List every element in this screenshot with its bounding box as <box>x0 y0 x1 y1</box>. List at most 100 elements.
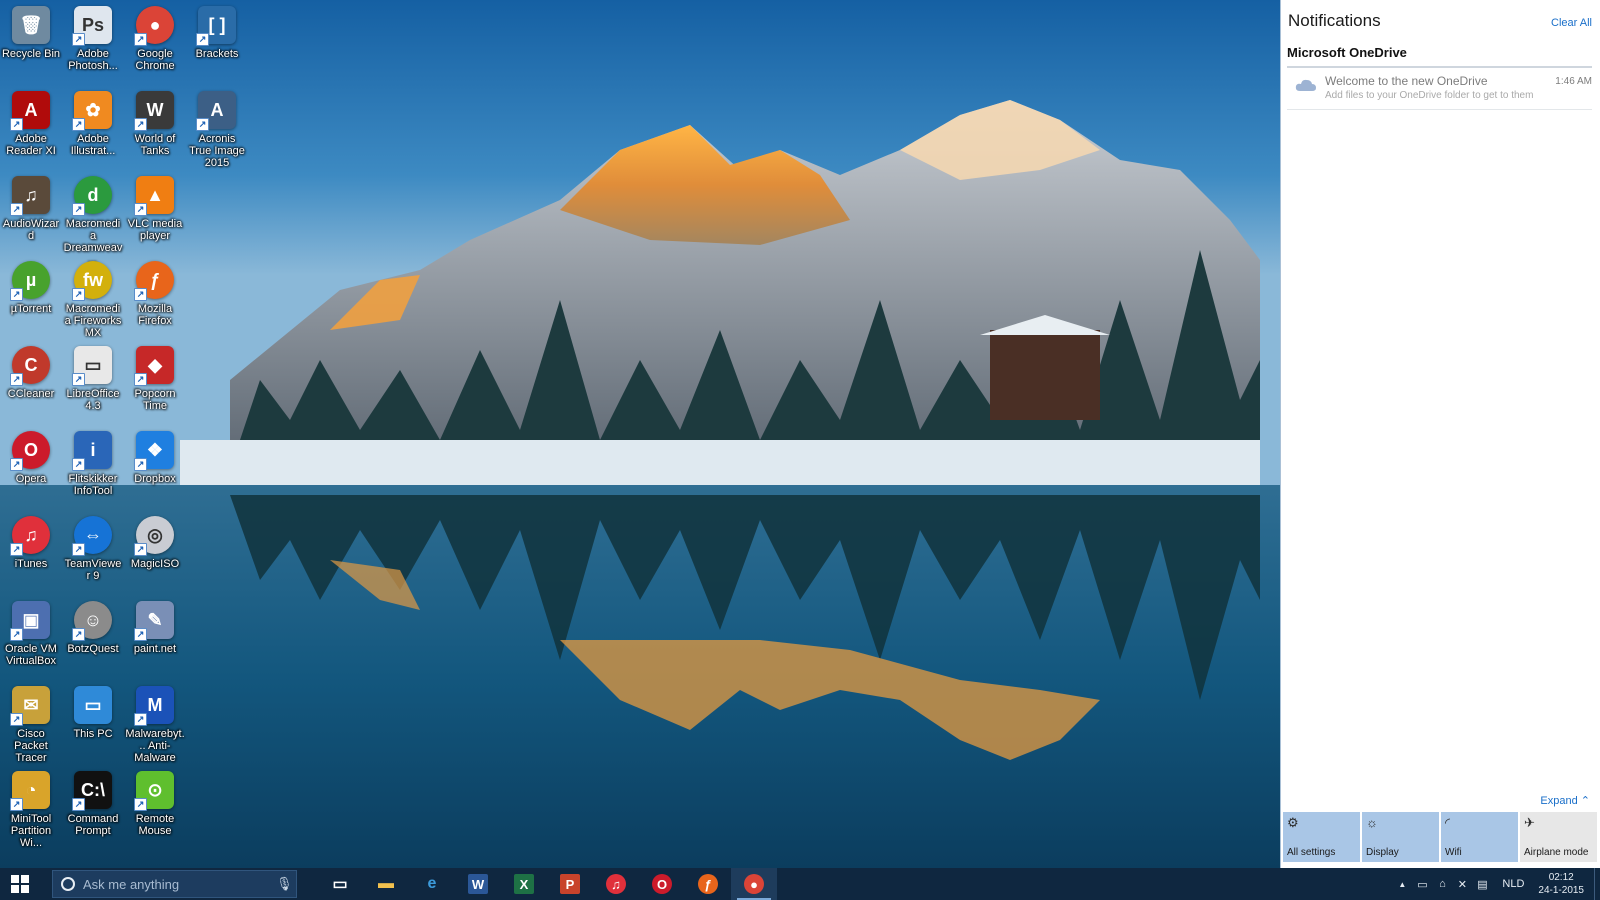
acronis-true-image-2015-icon: A ↗ <box>196 91 236 131</box>
taskbar-excel-button[interactable]: X <box>501 868 547 900</box>
desktop-icon-command-prompt[interactable]: C:\ ↗ Command Prompt <box>62 765 124 849</box>
desktop-icon-label: Acronis True Image 2015 <box>189 133 245 169</box>
desktop-icon-botzquest[interactable]: ☺ ↗ BotzQuest <box>62 595 124 679</box>
expand-label: Expand <box>1540 795 1578 807</box>
desktop-icon-popcorn-time[interactable]: ◆ ↗ Popcorn Time <box>124 340 186 424</box>
desktop-icon-mozilla-firefox[interactable]: ƒ ↗ Mozilla Firefox <box>124 255 186 339</box>
shortcut-arrow-icon: ↗ <box>72 118 85 131</box>
desktop-icon-remote-mouse[interactable]: ⊙ ↗ Remote Mouse <box>124 765 186 849</box>
desktop-icon-label: Remote Mouse <box>135 813 175 837</box>
network-icon[interactable]: ⌂ <box>1432 878 1452 890</box>
taskbar-file-explorer-button[interactable]: ▬ <box>363 868 409 900</box>
desktop-icon-paint-net[interactable]: ✎ ↗ paint.net <box>124 595 186 679</box>
desktop-icon-label: Opera <box>15 473 47 485</box>
desktop-icon-teamviewer-9[interactable]: ⇔ ↗ TeamViewer 9 <box>62 510 124 594</box>
desktop-icon-itunes[interactable]: ♫ ↗ iTunes <box>0 510 62 594</box>
taskbar-chrome-button[interactable]: ● <box>731 868 777 900</box>
desktop-icon-acronis-true-image-2015[interactable]: A ↗ Acronis True Image 2015 <box>186 85 248 169</box>
brackets-icon: [ ] ↗ <box>196 6 236 46</box>
desktop-icon-torrent[interactable]: µ ↗ µTorrent <box>0 255 62 339</box>
desktop-icon-cisco-packet-tracer[interactable]: ✉ ↗ Cisco Packet Tracer <box>0 680 62 764</box>
airplane-mode-icon: ✈ <box>1524 815 1535 830</box>
desktop-icon-recycle-bin[interactable]: 🗑 Recycle Bin <box>0 0 62 84</box>
search-placeholder: Ask me anything <box>83 876 180 892</box>
desktop-icon-flitskikker-infotool[interactable]: i ↗ Flitskikker InfoTool <box>62 425 124 509</box>
desktop-icon-macromedia-fireworks-mx[interactable]: fw ↗ Macromedia Fireworks MX <box>62 255 124 339</box>
desktop-icon-malwarebyt-anti-malware[interactable]: M ↗ Malwarebyt... Anti-Malware <box>124 680 186 764</box>
desktop-icon-opera[interactable]: O ↗ Opera <box>0 425 62 509</box>
action-center-icon[interactable]: ▤ <box>1472 878 1492 891</box>
shortcut-arrow-icon: ↗ <box>134 798 147 811</box>
volume-muted-icon[interactable]: ✕ <box>1452 878 1472 891</box>
desktop-icon-brackets[interactable]: [ ] ↗ Brackets <box>186 0 248 84</box>
tile-wifi[interactable]: ◜ Wifi <box>1441 812 1518 862</box>
notification-title: Welcome to the new OneDrive <box>1325 74 1488 88</box>
desktop-icon-label: MagicISO <box>130 558 180 570</box>
desktop-icon-audiowizard[interactable]: ♫ ↗ AudioWizard <box>0 170 62 254</box>
clock[interactable]: 02:12 24-1-2015 <box>1534 871 1594 897</box>
desktop-icon-label: iTunes <box>14 558 48 570</box>
desktop-icon-label: Adobe Photosh... <box>68 48 118 72</box>
shortcut-arrow-icon: ↗ <box>134 33 147 46</box>
shortcut-arrow-icon: ↗ <box>72 203 85 216</box>
recycle-bin-icon: 🗑 <box>12 6 50 44</box>
shortcut-arrow-icon: ↗ <box>10 798 23 811</box>
itunes-icon: ♫ <box>606 874 626 894</box>
desktop-icon-macromedia-dreamweav[interactable]: d ↗ Macromedia Dreamweav... <box>62 170 124 266</box>
tile-all-settings[interactable]: ⚙ All settings <box>1283 812 1360 862</box>
magiciso-icon: ◎ ↗ <box>134 516 174 556</box>
show-desktop-button[interactable] <box>1594 868 1600 900</box>
tile-airplane-mode[interactable]: ✈ Airplane mode <box>1520 812 1597 862</box>
taskbar-word-button[interactable]: W <box>455 868 501 900</box>
cortana-search-box[interactable]: Ask me anything 🎙 <box>52 870 297 898</box>
taskbar-opera-button[interactable]: O <box>639 868 685 900</box>
tile-display[interactable]: ☼ Display <box>1362 812 1439 862</box>
this-pc-icon: ▭ <box>74 686 112 724</box>
desktop-icon-label: Macromedia Fireworks MX <box>64 303 122 339</box>
desktop-icon-this-pc[interactable]: ▭ This PC <box>62 680 124 764</box>
notifications-title: Notifications <box>1288 11 1381 30</box>
ccleaner-icon: C ↗ <box>10 346 50 386</box>
expand-quick-actions-link[interactable]: Expand ⌃ <box>1540 794 1590 807</box>
desktop-icon-adobe-photosh[interactable]: Ps ↗ Adobe Photosh... <box>62 0 124 84</box>
opera-icon: O ↗ <box>10 431 50 471</box>
desktop-icon-oracle-vm-virtualbox[interactable]: ▣ ↗ Oracle VM VirtualBox <box>0 595 62 679</box>
notification-body: Add files to your OneDrive folder to get… <box>1325 90 1534 101</box>
shortcut-arrow-icon: ↗ <box>72 288 85 301</box>
desktop-icon-minitool-partition-wi[interactable]: ◔ ↗ MiniTool Partition Wi... <box>0 765 62 849</box>
desktop-icon-adobe-reader-xi[interactable]: A ↗ Adobe Reader XI <box>0 85 62 169</box>
taskbar-task-view-button[interactable]: ▭ <box>317 868 363 900</box>
taskbar-internet-explorer-button[interactable]: e <box>409 868 455 900</box>
libreoffice-4-3-icon: ▭ ↗ <box>72 346 112 386</box>
language-indicator[interactable]: NLD <box>1492 878 1534 890</box>
desktop-icon-world-of-tanks[interactable]: W ↗ World of Tanks <box>124 85 186 169</box>
desktop-icon-dropbox[interactable]: ❖ ↗ Dropbox <box>124 425 186 509</box>
shortcut-arrow-icon: ↗ <box>10 628 23 641</box>
shortcut-arrow-icon: ↗ <box>10 458 23 471</box>
internet-explorer-icon: e <box>427 875 437 892</box>
desktop-icon-label: TeamViewer 9 <box>64 558 122 582</box>
desktop-icon-ccleaner[interactable]: C ↗ CCleaner <box>0 340 62 424</box>
shortcut-arrow-icon: ↗ <box>72 33 85 46</box>
show-hidden-icons-arrow[interactable]: ▲ <box>1392 880 1412 889</box>
desktop-icon-libreoffice-4-3[interactable]: ▭ ↗ LibreOffice 4.3 <box>62 340 124 424</box>
taskbar-itunes-button[interactable]: ♫ <box>593 868 639 900</box>
desktop-icon-area: 🗑 Recycle Bin Ps ↗ Adobe Photosh... ● ↗ Google … <box>0 0 260 868</box>
tile-label: Display <box>1366 847 1399 858</box>
clock-date: 24-1-2015 <box>1538 885 1584 896</box>
desktop-icon-adobe-illustrat[interactable]: ✿ ↗ Adobe Illustrat... <box>62 85 124 169</box>
desktop-icon-vlc-media-player[interactable]: ▲ ↗ VLC media player <box>124 170 186 254</box>
battery-icon[interactable]: ▭ <box>1412 878 1432 891</box>
start-button[interactable] <box>0 868 40 900</box>
desktop-icon-label: Cisco Packet Tracer <box>14 728 48 764</box>
microphone-icon[interactable]: 🎙 <box>276 876 296 892</box>
taskbar-firefox-button[interactable]: ƒ <box>685 868 731 900</box>
onedrive-notification[interactable]: Welcome to the new OneDrive Add files to… <box>1287 66 1592 110</box>
desktop-icon-google-chrome[interactable]: ● ↗ Google Chrome <box>124 0 186 84</box>
desktop-icon-label: paint.net <box>133 643 177 655</box>
desktop-icon-magiciso[interactable]: ◎ ↗ MagicISO <box>124 510 186 594</box>
taskbar-powerpoint-button[interactable]: P <box>547 868 593 900</box>
desktop-icon-label: Oracle VM VirtualBox <box>5 643 57 667</box>
desktop-icon-label: AudioWizard <box>2 218 60 242</box>
clear-all-link[interactable]: Clear All <box>1551 17 1592 29</box>
